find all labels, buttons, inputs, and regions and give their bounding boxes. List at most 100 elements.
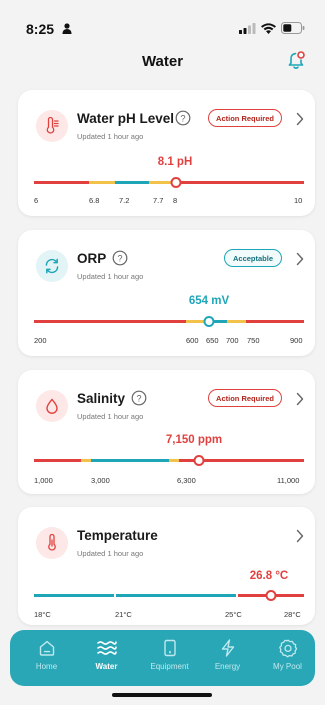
- range-segment: [227, 320, 246, 323]
- tick-label: 900: [290, 336, 303, 345]
- range-segment: [81, 459, 91, 462]
- chevron-right-icon[interactable]: [296, 529, 304, 543]
- card-title: Temperature: [77, 528, 158, 543]
- tick-label: 200: [34, 336, 47, 345]
- help-icon[interactable]: ?: [131, 390, 147, 406]
- range-segment: [34, 181, 89, 184]
- droplet-icon: [36, 390, 68, 422]
- card-title: Water pH Level: [77, 111, 175, 126]
- tick-label: 650: [206, 336, 219, 345]
- tab-label: Water: [95, 662, 118, 671]
- range-segment: [89, 181, 115, 184]
- status-badge: Action Required: [208, 109, 282, 127]
- help-icon[interactable]: ?: [175, 110, 191, 126]
- tick-label: 1,000: [34, 476, 53, 485]
- updated-time: Updated 1 hour ago: [77, 132, 144, 141]
- tick-label: 18°C: [34, 610, 51, 619]
- card-title: Salinity: [77, 391, 126, 406]
- waves-icon: [96, 641, 117, 655]
- tick-label: 6.8: [89, 196, 100, 205]
- value-marker: [203, 316, 215, 327]
- value-marker: [170, 177, 182, 188]
- range-segment: [246, 320, 304, 323]
- bottom-tab-bar: Home Water Equipment Energy My Pool: [10, 630, 315, 686]
- gear-icon: [278, 639, 297, 658]
- signal-icon: [239, 22, 256, 34]
- page-title: Water: [141, 53, 184, 70]
- chevron-right-icon[interactable]: [296, 112, 304, 126]
- tick-label: 6,300: [177, 476, 196, 485]
- tick-label: 7.2: [119, 196, 130, 205]
- updated-time: Updated 1 hour ago: [77, 272, 144, 281]
- range-segment: [116, 594, 236, 597]
- tick-label: 3,000: [91, 476, 110, 485]
- tab-water[interactable]: Water: [79, 638, 134, 671]
- reading-value: 26.8 °C: [249, 570, 289, 582]
- thermometer-icon: [36, 527, 68, 559]
- range-segment: [34, 459, 81, 462]
- help-icon[interactable]: ?: [112, 250, 128, 266]
- notification-bell-icon[interactable]: [285, 49, 307, 71]
- tab-label: Home: [35, 662, 58, 671]
- range-segment: [169, 459, 179, 462]
- ph-card[interactable]: Water pH Level ? Updated 1 hour ago Acti…: [18, 90, 315, 216]
- reading-value: 654 mV: [188, 295, 230, 307]
- card-title: ORP: [77, 251, 107, 266]
- device-icon: [163, 639, 176, 657]
- chevron-right-icon[interactable]: [296, 252, 304, 266]
- tab-energy[interactable]: Energy: [200, 638, 255, 671]
- wifi-icon: [261, 22, 276, 34]
- person-icon: [62, 23, 72, 34]
- tick-label: 25°C: [225, 610, 242, 619]
- thermometer-icon: [36, 110, 68, 142]
- temperature-card[interactable]: Temperature Updated 1 hour ago 26.8 °C 1…: [18, 507, 315, 625]
- tick-label: 7.7: [153, 196, 164, 205]
- status-indicators: [239, 22, 305, 34]
- tab-equipment[interactable]: Equipment: [142, 638, 197, 671]
- home-indicator: [112, 693, 212, 697]
- value-marker: [265, 590, 277, 601]
- home-icon: [39, 640, 54, 656]
- reading-value: 8.1 pH: [157, 156, 193, 168]
- battery-icon: [281, 22, 305, 34]
- tick-label: 28°C: [284, 610, 301, 619]
- tick-label: 6: [34, 196, 39, 205]
- status-badge: Acceptable: [224, 249, 282, 267]
- tab-home[interactable]: Home: [19, 638, 74, 671]
- tick-label: 8: [173, 196, 178, 205]
- svg-text:?: ?: [180, 113, 185, 123]
- svg-text:?: ?: [136, 393, 141, 403]
- tab-label: Equipment: [150, 662, 189, 671]
- value-marker: [193, 455, 205, 466]
- range-segment: [175, 181, 304, 184]
- status-badge: Action Required: [208, 389, 282, 407]
- range-slider: [34, 316, 304, 327]
- tick-label: 750: [247, 336, 260, 345]
- svg-text:?: ?: [117, 253, 122, 263]
- updated-time: Updated 1 hour ago: [77, 549, 144, 558]
- range-slider: [34, 590, 304, 601]
- range-slider: [34, 177, 304, 188]
- range-segment: [91, 459, 169, 462]
- orp-card[interactable]: ORP ? Updated 1 hour ago Acceptable 654 …: [18, 230, 315, 356]
- chevron-right-icon[interactable]: [296, 392, 304, 406]
- status-time: 8:25: [26, 21, 55, 37]
- salinity-card[interactable]: Salinity ? Updated 1 hour ago Action Req…: [18, 370, 315, 494]
- tab-label: My Pool: [273, 662, 302, 671]
- tick-label: 21°C: [115, 610, 132, 619]
- tab-my-pool[interactable]: My Pool: [260, 638, 315, 671]
- bolt-icon: [221, 639, 234, 657]
- status-bar: 8:25: [0, 0, 325, 44]
- range-segment: [186, 320, 204, 323]
- tick-label: 11,000: [277, 476, 300, 485]
- range-segment: [34, 320, 186, 323]
- tick-label: 600: [186, 336, 199, 345]
- refresh-icon: [36, 250, 68, 282]
- range-segment: [115, 181, 149, 184]
- range-slider: [34, 455, 304, 466]
- tick-label: 700: [226, 336, 239, 345]
- range-segment: [34, 594, 114, 597]
- reading-value: 7,150 ppm: [165, 434, 223, 446]
- updated-time: Updated 1 hour ago: [77, 412, 144, 421]
- tab-label: Energy: [214, 662, 241, 671]
